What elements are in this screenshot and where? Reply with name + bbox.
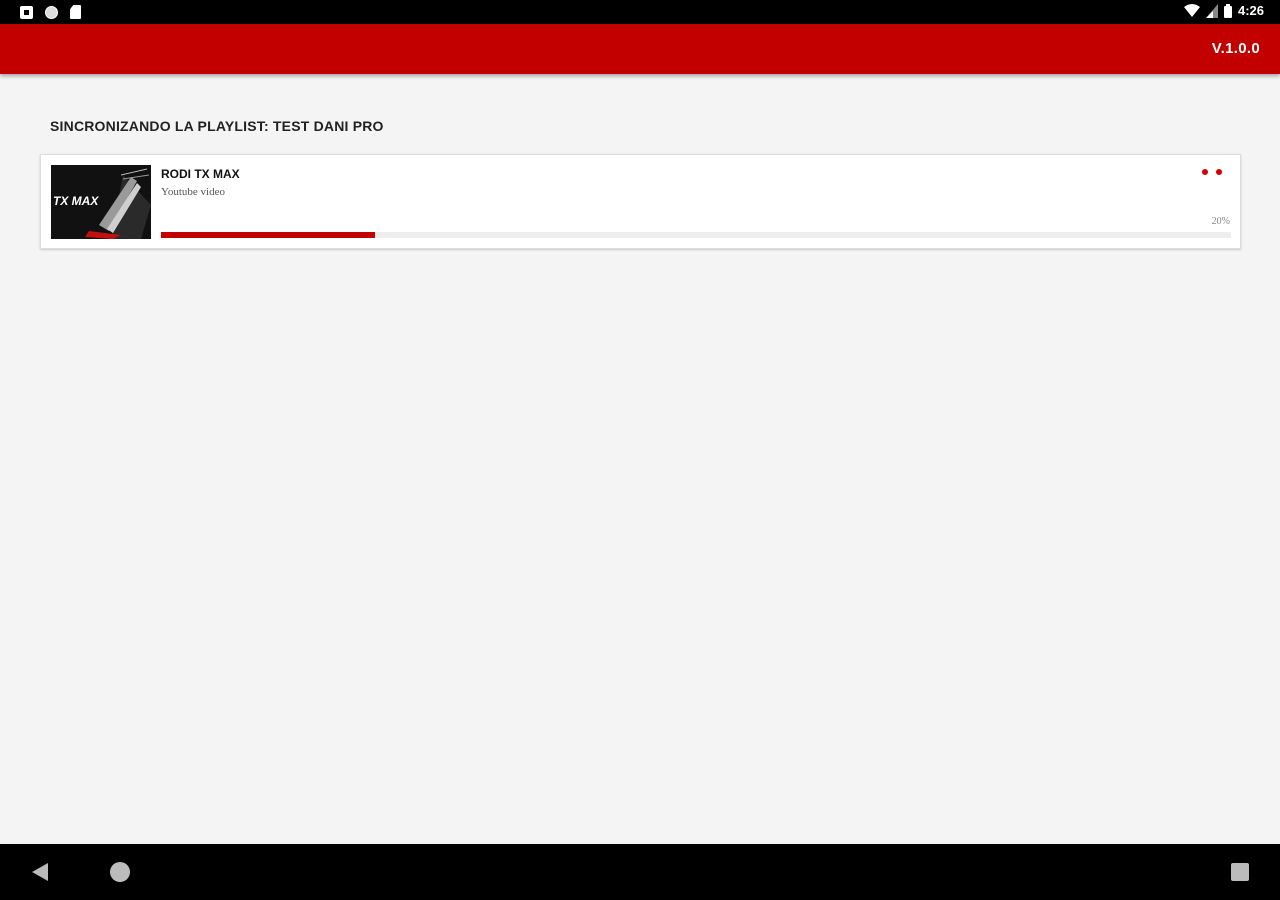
dot — [1202, 169, 1208, 175]
list-item[interactable]: TX MAX Rodi TX Max Youtube video 20% — [40, 154, 1241, 249]
battery-icon — [1223, 3, 1232, 18]
app-bar: V.1.0.0 — [0, 24, 1280, 74]
item-title: Rodi TX Max — [161, 167, 240, 181]
thumbnail-image: TX MAX — [51, 165, 151, 239]
navigation-bar — [0, 844, 1280, 900]
more-options-icon[interactable] — [1202, 169, 1222, 175]
version-label: V.1.0.0 — [1211, 40, 1260, 57]
signal-icon — [1205, 3, 1218, 18]
status-right-icons: 4:26 — [1183, 3, 1264, 18]
playlist-sync-title: Sincronizando la playlist: Test Dani Pro — [50, 118, 384, 134]
sync-icon — [45, 5, 58, 19]
home-icon[interactable] — [110, 862, 130, 882]
progress-fill — [161, 232, 375, 238]
sd-card-icon — [70, 5, 81, 19]
progress-percent: 20% — [1211, 216, 1230, 227]
recents-icon[interactable] — [1231, 863, 1249, 881]
wifi-icon — [1183, 3, 1200, 17]
thumbnail-logo-text: TX MAX — [53, 194, 99, 208]
item-subtitle: Youtube video — [161, 186, 225, 198]
status-left-icons — [20, 5, 81, 19]
notification-icon — [20, 5, 33, 19]
video-thumbnail: TX MAX — [51, 165, 151, 239]
status-bar: 4:26 — [0, 0, 1280, 24]
back-icon[interactable] — [32, 863, 48, 881]
progress-bar — [161, 232, 1231, 238]
clock: 4:26 — [1237, 3, 1264, 18]
main-content: Sincronizando la playlist: Test Dani Pro… — [0, 74, 1280, 844]
dot — [1216, 169, 1222, 175]
